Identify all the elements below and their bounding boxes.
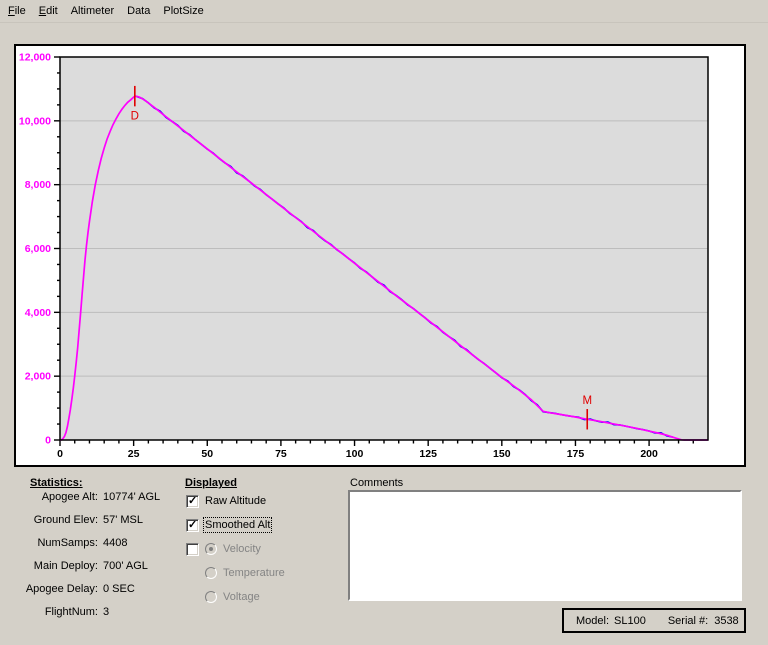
svg-text:75: 75 — [275, 448, 287, 460]
checkbox-other-series[interactable] — [186, 542, 205, 556]
menu-edit[interactable]: Edit — [39, 5, 58, 17]
smoothed-alt-checkbox-icon[interactable] — [186, 519, 199, 532]
checkbox-smoothed-alt[interactable]: Smoothed Alt — [186, 518, 270, 532]
svg-text:100: 100 — [346, 448, 364, 460]
svg-text:12,000: 12,000 — [19, 52, 51, 64]
svg-text:10,000: 10,000 — [19, 115, 51, 127]
stat-apogee-delay: Apogee Delay:0 SEC — [16, 583, 336, 597]
checkbox-raw-altitude[interactable]: Raw Altitude — [186, 494, 266, 508]
velocity-radio-icon[interactable] — [205, 543, 217, 555]
model-label: Model: — [576, 615, 609, 627]
radio-voltage[interactable]: Voltage — [205, 590, 260, 604]
svg-text:50: 50 — [201, 448, 213, 460]
model-value: SL100 — [614, 615, 646, 627]
comments-label: Comments — [350, 477, 403, 489]
stat-ground-elev: Ground Elev:57' MSL — [16, 514, 336, 528]
altitude-chart-panel: 0 2,000 4,000 6,000 8,000 10,000 12,000 0 25 50 75… — [14, 44, 746, 467]
stat-main-deploy: Main Deploy:700' AGL — [16, 560, 336, 574]
menu-file[interactable]: File — [8, 5, 26, 17]
svg-text:25: 25 — [128, 448, 140, 460]
voltage-radio-icon[interactable] — [205, 591, 217, 603]
stat-apogee-alt: Apogee Alt:10774' AGL — [16, 491, 336, 505]
other-series-checkbox-icon[interactable] — [186, 543, 199, 556]
svg-text:175: 175 — [567, 448, 585, 460]
svg-text:8,000: 8,000 — [25, 179, 51, 191]
serial-label: Serial #: — [668, 615, 708, 627]
svg-text:0: 0 — [57, 448, 63, 460]
radio-velocity[interactable]: Velocity — [205, 542, 261, 556]
serial-value: 3538 — [714, 615, 738, 627]
radio-temperature[interactable]: Temperature — [205, 566, 285, 580]
svg-text:200: 200 — [640, 448, 658, 460]
svg-text:M: M — [582, 395, 592, 407]
menu-bar: File Edit Altimeter Data PlotSize — [0, 0, 768, 23]
displayed-title: Displayed — [185, 477, 237, 489]
model-info-box: Model: SL100 Serial #: 3538 — [562, 608, 746, 633]
svg-text:150: 150 — [493, 448, 511, 460]
svg-text:0: 0 — [45, 435, 51, 447]
comments-textarea[interactable] — [348, 490, 742, 601]
statistics-title: Statistics: — [30, 477, 83, 489]
stat-flightnum: FlightNum:3 — [16, 606, 336, 620]
menu-plotsize[interactable]: PlotSize — [163, 5, 203, 17]
menu-data[interactable]: Data — [127, 5, 150, 17]
svg-text:6,000: 6,000 — [25, 243, 51, 255]
raw-altitude-checkbox-icon[interactable] — [186, 495, 199, 508]
svg-text:2,000: 2,000 — [25, 371, 51, 383]
flight-chart: 0 2,000 4,000 6,000 8,000 10,000 12,000 0 25 50 75… — [16, 46, 744, 465]
menu-altimeter[interactable]: Altimeter — [71, 5, 114, 17]
svg-text:D: D — [131, 110, 139, 122]
svg-text:125: 125 — [419, 448, 437, 460]
svg-text:4,000: 4,000 — [25, 307, 51, 319]
temperature-radio-icon[interactable] — [205, 567, 217, 579]
stat-numsamps: NumSamps:4408 — [16, 537, 336, 551]
